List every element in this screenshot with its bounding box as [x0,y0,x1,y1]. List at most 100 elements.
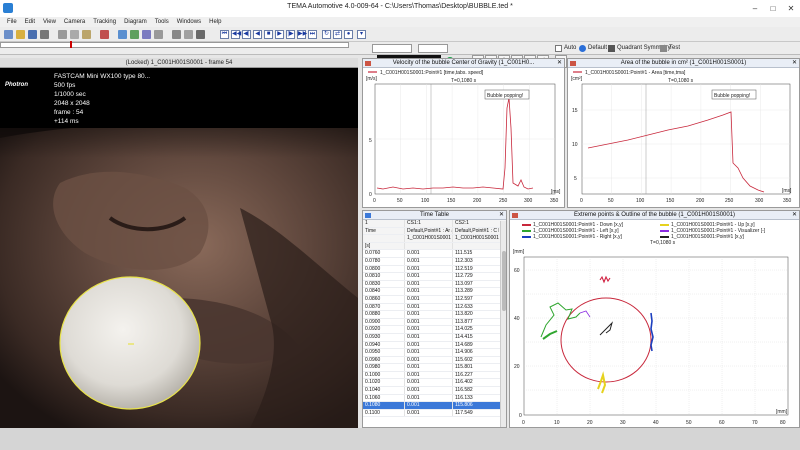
table-cell: 112.519 [455,265,473,272]
table-row[interactable]: 0.1060 0.001 116.133 [363,394,506,403]
maximize-button[interactable]: □ [764,0,782,17]
menu-windows[interactable]: Windows [174,17,204,27]
fast-forward-icon[interactable]: ▶▶ [297,30,307,39]
timeline-slider[interactable] [0,41,349,48]
print-icon[interactable] [40,30,49,39]
window-title: TEMA Automotive 4.0-009-64 - C:\Users\Th… [287,3,513,10]
table-row[interactable]: 0.0960 0.001 115.602 [363,356,506,365]
table-body: 0.0760 0.001 111.515 0.0780 0.001 112.303 0.08… [363,250,506,418]
speed-selector[interactable] [372,44,412,53]
marker-icon[interactable]: ▾ [357,30,366,39]
settings-icon[interactable] [172,30,181,39]
menu-edit[interactable]: Edit [22,17,38,27]
table-scrollbar[interactable] [500,221,506,427]
table-row[interactable]: 0.0930 0.001 114.415 [363,333,506,342]
paste-icon[interactable] [82,30,91,39]
table-cell: 0.1080 [363,402,405,409]
bounce-icon[interactable]: ⇄ [333,30,342,39]
menu-tools[interactable]: Tools [152,17,172,27]
step-forward-icon[interactable]: |▶ [286,30,295,39]
table-row[interactable]: 0.0920 0.001 114.025 [363,326,506,334]
test-icon[interactable] [660,45,667,52]
close-button[interactable]: ✕ [782,0,800,17]
area-panel-title: Area of the bubble in cm² (1_C001H001S00… [620,60,747,66]
legend-label: 1_C001H001S0001:Point#1 - Right [x,y] [533,234,622,240]
menu-view[interactable]: View [40,17,59,27]
close-icon[interactable]: ✕ [499,211,504,220]
report-icon[interactable] [196,30,205,39]
timeline-cursor[interactable] [70,41,72,48]
auto-checkbox[interactable] [555,45,562,52]
table-scrollbar-thumb[interactable] [502,251,506,311]
table-row[interactable]: 0.0810 0.001 112.729 [363,273,506,281]
title-bar: TEMA Automotive 4.0-009-64 - C:\Users\Th… [0,0,800,17]
table-row[interactable]: 0.1020 0.001 116.402 [363,379,506,388]
table-cell: 0.0760 [363,250,405,257]
play-icon[interactable]: ▶ [275,30,284,39]
grid-icon[interactable] [184,30,193,39]
table-cell: 0.001 [405,303,453,311]
camera-icon[interactable] [118,30,127,39]
menu-camera[interactable]: Camera [61,17,88,27]
save-icon[interactable] [28,30,37,39]
table-row[interactable]: 0.1040 0.001 116.582 [363,387,506,395]
new-file-icon[interactable] [4,30,13,39]
table-row[interactable]: 0.0840 0.001 113.289 [363,288,506,296]
play-reverse-icon[interactable]: ◀ [253,30,262,39]
table-cell: 112.633 [455,303,473,310]
table-cell: 0.001 [405,326,453,333]
diagram-icon[interactable] [142,30,151,39]
copy-icon[interactable] [70,30,79,39]
legend-swatch [522,229,531,232]
minimize-button[interactable]: – [746,0,764,17]
video-frame[interactable]: Photron FASTCAM Mini WX100 type 80... 50… [0,68,358,428]
area-xtick: 0 [580,198,583,204]
table-row[interactable]: 0.0800 0.001 112.519 [363,265,506,274]
table-row[interactable]: 0.0870 0.001 112.633 [363,303,506,312]
last-frame-icon[interactable]: ⏭ [308,30,317,39]
quadrant-symmetry-icon[interactable] [608,45,615,52]
default-icon[interactable] [579,45,586,52]
frame-step-selector[interactable] [418,44,448,53]
table-row[interactable]: 0.0980 0.001 115.801 [363,364,506,372]
extreme-xtick: 10 [554,420,560,426]
close-icon[interactable]: ✕ [557,59,562,68]
table-row[interactable]: 0.0900 0.001 113.877 [363,318,506,327]
table-cell: 115.806 [455,402,473,409]
table-row[interactable]: 0.0780 0.001 112.303 [363,257,506,266]
table-row[interactable]: 0.0830 0.001 113.097 [363,280,506,289]
cut-icon[interactable] [58,30,67,39]
step-back-icon[interactable]: ◀| [242,30,251,39]
table-icon[interactable] [154,30,163,39]
rewind-icon[interactable]: ◀◀ [231,30,241,39]
legend-item: 1_C001H001S0001:Point#1 - Right [x,y] [522,234,622,240]
stop-icon[interactable]: ■ [264,30,273,39]
table-row[interactable]: 0.0860 0.001 112.597 [363,295,506,304]
menu-help[interactable]: Help [206,17,224,27]
velocity-annotation: Bubble popping! [487,93,523,99]
table-cell: 0.1060 [363,394,405,402]
column-header [363,235,405,242]
close-icon[interactable]: ✕ [792,59,797,68]
menu-diagram[interactable]: Diagram [121,17,150,27]
table-row[interactable]: 0.1100 0.001 117.549 [363,409,506,418]
legend-swatch [660,229,669,232]
tracking-icon[interactable] [130,30,139,39]
close-icon[interactable]: ✕ [792,211,797,220]
menu-file[interactable]: File [4,17,20,27]
record-icon[interactable]: ● [344,30,353,39]
delete-icon[interactable] [100,30,109,39]
table-row[interactable]: 0.0760 0.001 111.515 [363,250,506,258]
table-row[interactable]: 0.1000 0.001 116.227 [363,371,506,380]
table-row[interactable]: 0.0950 0.001 114.906 [363,349,506,357]
loop-icon[interactable]: ↻ [322,30,331,39]
table-row[interactable]: 0.1080 0.001 115.806 [363,402,506,410]
table-row[interactable]: 0.0940 0.001 114.689 [363,341,506,350]
area-chart: 1_C001H001S0001:Point#1 - Area [time,tma… [571,70,792,204]
first-frame-icon[interactable]: ⏮ [220,30,229,39]
table-cell: 0.0960 [363,356,405,364]
velocity-xtick: 250 [499,198,508,204]
open-folder-icon[interactable] [16,30,25,39]
menu-tracking[interactable]: Tracking [90,17,119,27]
table-row[interactable]: 0.0880 0.001 113.820 [363,311,506,319]
